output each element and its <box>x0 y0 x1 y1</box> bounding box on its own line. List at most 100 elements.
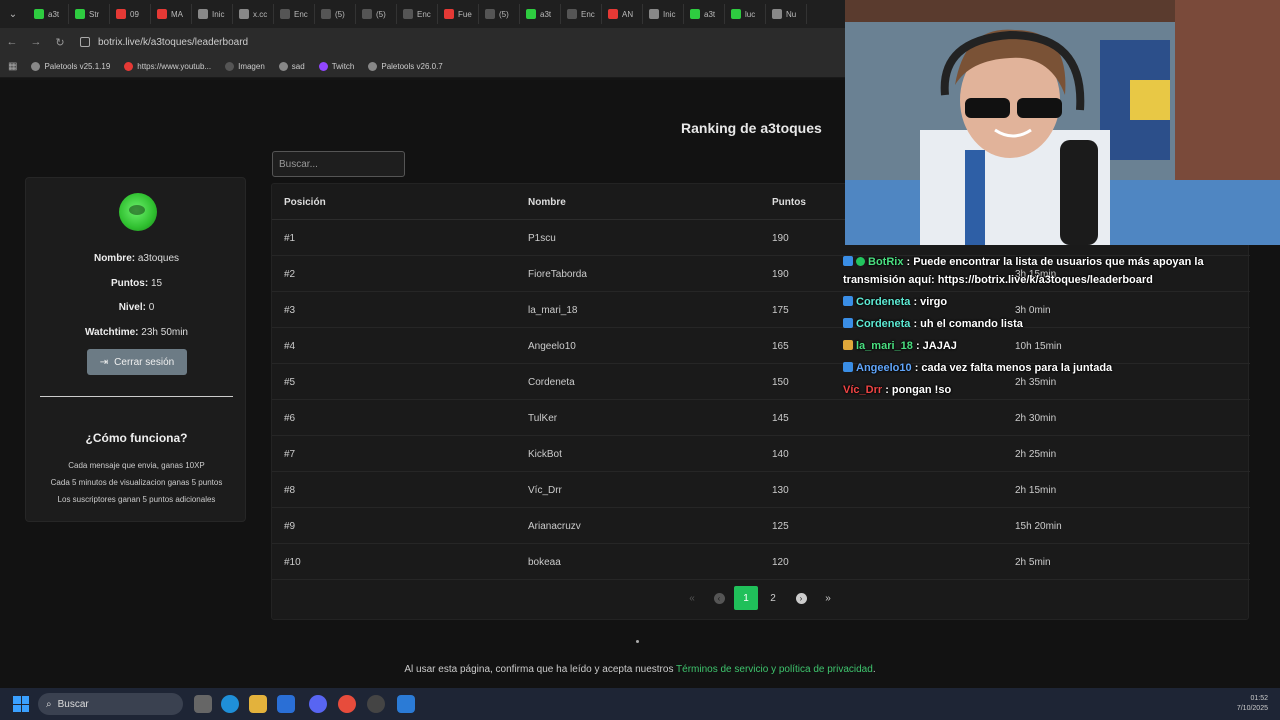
chrome-icon[interactable] <box>338 695 356 713</box>
chat-text: : cada vez falta menos para la juntada <box>911 362 1113 374</box>
notepad-icon[interactable] <box>397 695 415 713</box>
edge-icon[interactable] <box>221 695 239 713</box>
tab-favicon-icon <box>649 9 659 19</box>
browser-tab[interactable]: Enc <box>397 4 438 24</box>
rank-cell: #2 <box>284 269 296 280</box>
browser-tab[interactable]: MA <box>151 4 192 24</box>
bookmark-item[interactable]: Paletools v25.1.19 <box>31 62 110 71</box>
name-cell: bokeaa <box>528 557 561 568</box>
browser-tab[interactable]: a3t <box>520 4 561 24</box>
file-explorer-icon[interactable] <box>249 695 267 713</box>
store-icon[interactable] <box>277 695 295 713</box>
chat-username: Víc_Drr <box>843 384 883 396</box>
browser-tab[interactable]: Enc <box>561 4 602 24</box>
bookmark-item[interactable]: Paletools v26.0.7 <box>368 62 443 71</box>
obs-icon[interactable] <box>367 695 385 713</box>
chat-username: BotRix <box>868 256 904 268</box>
browser-tab[interactable]: AN <box>602 4 643 24</box>
browser-tab[interactable]: x.cc <box>233 4 274 24</box>
rank-cell: #9 <box>284 521 296 532</box>
logout-button[interactable]: ⇥ Cerrar sesión <box>87 349 187 375</box>
tab-favicon-icon <box>567 9 577 19</box>
browser-tab[interactable]: Str <box>69 4 110 24</box>
browser-tab[interactable]: (5) <box>479 4 520 24</box>
profile-level: Nivel: 0 <box>118 302 155 313</box>
browser-tab[interactable]: a3t <box>28 4 69 24</box>
header-position[interactable]: Posición <box>284 197 326 208</box>
page-2-button[interactable]: 2 <box>761 586 785 610</box>
chat-username: Cordeneta <box>856 318 911 330</box>
page-1-button[interactable]: 1 <box>734 586 758 610</box>
tab-favicon-icon <box>34 9 44 19</box>
site-info-icon[interactable] <box>80 37 90 47</box>
tab-search-icon[interactable]: ⌄ <box>4 5 22 23</box>
points-cell: 150 <box>772 377 789 388</box>
watchtime-cell: 2h 25min <box>1015 449 1057 460</box>
taskbar: ⌕ Buscar 01:52 7/10/2025 <box>0 688 1280 720</box>
browser-tab[interactable]: Fue <box>438 4 479 24</box>
leaderboard-table: Posición Nombre Puntos #1 P1scu 190 #2 Fiore… <box>271 183 1250 620</box>
discord-icon[interactable] <box>309 695 327 713</box>
table-row: #7 KickBot 140 2h 25min <box>272 436 1250 472</box>
browser-tab[interactable]: Nu <box>766 4 807 24</box>
tab-favicon-icon <box>403 9 413 19</box>
search-input[interactable] <box>272 151 405 177</box>
taskbar-search[interactable]: ⌕ Buscar <box>38 693 183 715</box>
profile-watchtime: Watchtime: 23h 50min <box>84 327 188 338</box>
apps-icon[interactable]: ▦ <box>8 61 17 72</box>
how-line: Cada mensaje que envia, ganas 10XP <box>68 461 205 470</box>
back-icon[interactable]: ← <box>0 36 24 48</box>
tab-favicon-icon <box>690 9 700 19</box>
last-page-button[interactable]: » <box>816 586 840 610</box>
kick-badge-icon <box>843 362 853 372</box>
prev-page-button[interactable]: ‹ <box>707 586 731 610</box>
bookmark-item[interactable]: Twitch <box>318 62 354 71</box>
browser-tab[interactable]: a3t <box>684 4 725 24</box>
search-icon: ⌕ <box>46 698 52 710</box>
chat-message: Cordeneta : virgo <box>843 293 1223 311</box>
chat-text: : uh el comando lista <box>910 318 1023 330</box>
profile-card: Nombre: a3toques Puntos: 15 Nivel: 0 Wat… <box>25 177 246 522</box>
url-text: botrix.live/k/a3toques/leaderboard <box>98 36 249 48</box>
browser-tab[interactable]: Inic <box>643 4 684 24</box>
task-view-icon[interactable] <box>194 695 212 713</box>
how-line: Los suscriptores ganan 5 puntos adiciona… <box>57 495 216 504</box>
first-page-button[interactable]: « <box>680 586 704 610</box>
bookmark-favicon-icon <box>318 62 328 71</box>
windows-start-icon[interactable] <box>13 696 29 712</box>
tab-favicon-icon <box>772 9 782 19</box>
rank-cell: #4 <box>284 341 296 352</box>
tab-favicon-icon <box>526 9 536 19</box>
table-row: #9 Arianacruzv 125 15h 20min <box>272 508 1250 544</box>
clock[interactable]: 01:52 7/10/2025 <box>1237 694 1268 714</box>
name-cell: Angeelo10 <box>528 341 576 352</box>
bookmark-item[interactable]: sad <box>278 62 305 71</box>
next-page-button[interactable]: › <box>789 586 813 610</box>
url-field[interactable]: botrix.live/k/a3toques/leaderboard <box>80 32 840 52</box>
table-row: #8 Víc_Drr 130 2h 15min <box>272 472 1250 508</box>
forward-icon[interactable]: → <box>24 36 48 48</box>
divider <box>40 396 233 397</box>
tab-favicon-icon <box>608 9 618 19</box>
chat-message: Angeelo10 : cada vez falta menos para la… <box>843 359 1223 377</box>
subscriber-badge-icon <box>843 340 853 350</box>
chat-message: Cordeneta : uh el comando lista <box>843 315 1223 333</box>
browser-tab[interactable]: (5) <box>356 4 397 24</box>
terms-link[interactable]: Términos de servicio y política de priva… <box>676 664 873 675</box>
kick-badge-icon <box>843 256 853 266</box>
pagination: « ‹ 1 2 › » <box>271 586 1249 612</box>
header-points[interactable]: Puntos <box>772 197 806 208</box>
chat-text: : pongan !so <box>882 384 952 396</box>
bookmark-item[interactable]: Imagen <box>225 62 265 71</box>
name-cell: Arianacruzv <box>528 521 581 532</box>
browser-tab[interactable]: 09 <box>110 4 151 24</box>
bookmark-item[interactable]: https://www.youtub... <box>124 62 211 71</box>
browser-tab[interactable]: (5) <box>315 4 356 24</box>
browser-tab[interactable]: luc <box>725 4 766 24</box>
watchtime-cell: 2h 5min <box>1015 557 1051 568</box>
browser-tab[interactable]: Inic <box>192 4 233 24</box>
browser-tab[interactable]: Enc <box>274 4 315 24</box>
tab-favicon-icon <box>239 9 249 19</box>
header-name[interactable]: Nombre <box>528 197 566 208</box>
reload-icon[interactable]: ↻ <box>48 36 72 49</box>
